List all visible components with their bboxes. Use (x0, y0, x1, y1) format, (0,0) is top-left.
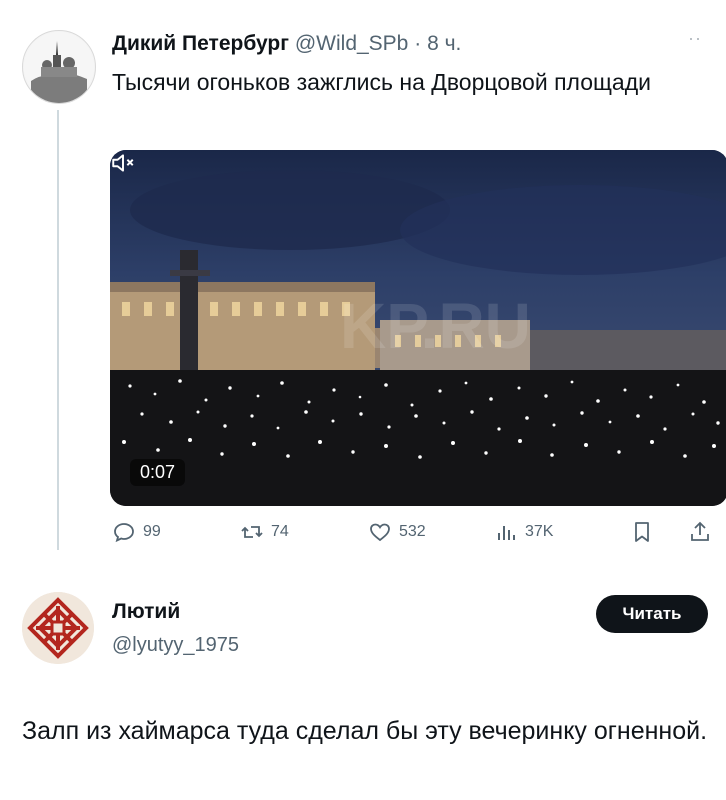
like-count: 532 (399, 523, 426, 540)
video-player[interactable]: KP.RU 0:07 (110, 150, 726, 506)
views-count: 37K (525, 523, 554, 540)
retweet-count: 74 (271, 523, 289, 540)
author-handle[interactable]: @Wild_SPb (295, 32, 409, 55)
follow-button[interactable]: Читать (596, 595, 708, 633)
video-watermark: KP.RU (340, 290, 531, 362)
author-avatar[interactable] (22, 30, 96, 104)
reply-text: Залп из хаймарса туда сделал бы эту вече… (22, 717, 708, 745)
more-options-icon[interactable]: ·· (688, 28, 702, 49)
reply-author-avatar[interactable] (22, 592, 94, 664)
video-frame: KP.RU (110, 150, 726, 506)
views-action[interactable]: 37K (494, 517, 553, 547)
tweet-timestamp[interactable]: 8 ч. (427, 32, 461, 55)
retweet-action[interactable]: 74 (240, 517, 289, 547)
header-separator: · (414, 32, 422, 55)
thread-line (57, 110, 59, 550)
reply-action[interactable]: 99 (112, 517, 161, 547)
like-action[interactable]: 532 (368, 517, 426, 547)
reply-author-handle[interactable]: @lyutyy_1975 (112, 634, 239, 657)
mute-icon[interactable] (110, 150, 136, 176)
author-name[interactable]: Дикий Петербург (112, 32, 289, 55)
bookmark-icon (635, 522, 649, 542)
reply-author-name[interactable]: Лютий (112, 600, 180, 624)
video-duration: 0:07 (130, 459, 186, 486)
reply-icon (114, 523, 134, 543)
retweet-icon (241, 526, 263, 538)
share-action[interactable] (688, 517, 712, 547)
like-icon (370, 523, 390, 542)
tweet-text: Тысячи огоньков зажглись на Дворцовой пл… (112, 69, 651, 95)
tweet-header: Дикий Петербург @Wild_SPb · 8 ч. (112, 32, 461, 56)
share-icon (691, 521, 709, 541)
reply-count: 99 (143, 523, 161, 540)
bookmark-action[interactable] (630, 517, 654, 547)
views-icon (498, 526, 515, 540)
